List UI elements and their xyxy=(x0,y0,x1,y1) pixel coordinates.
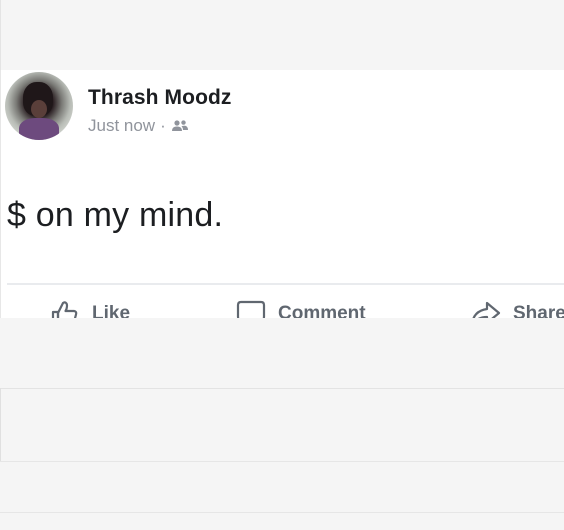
separator-line xyxy=(0,388,564,389)
left-edge-line xyxy=(0,388,1,462)
avatar-shirt xyxy=(19,118,59,140)
friends-icon[interactable] xyxy=(171,118,189,132)
facebook-post-screen: Thrash Moodz Just now · $ on my mind. Li… xyxy=(0,0,564,530)
separator-line xyxy=(0,512,564,513)
meta-separator: · xyxy=(160,116,166,135)
separator-line xyxy=(0,461,564,462)
avatar[interactable] xyxy=(5,72,73,140)
top-gray-band xyxy=(0,0,564,70)
bottom-gray-area xyxy=(0,318,564,530)
post-meta: Just now · xyxy=(88,116,189,136)
avatar-face xyxy=(31,100,47,118)
post-timestamp[interactable]: Just now xyxy=(88,116,155,136)
post-text: $ on my mind. xyxy=(7,196,224,234)
author-name[interactable]: Thrash Moodz xyxy=(88,86,232,110)
